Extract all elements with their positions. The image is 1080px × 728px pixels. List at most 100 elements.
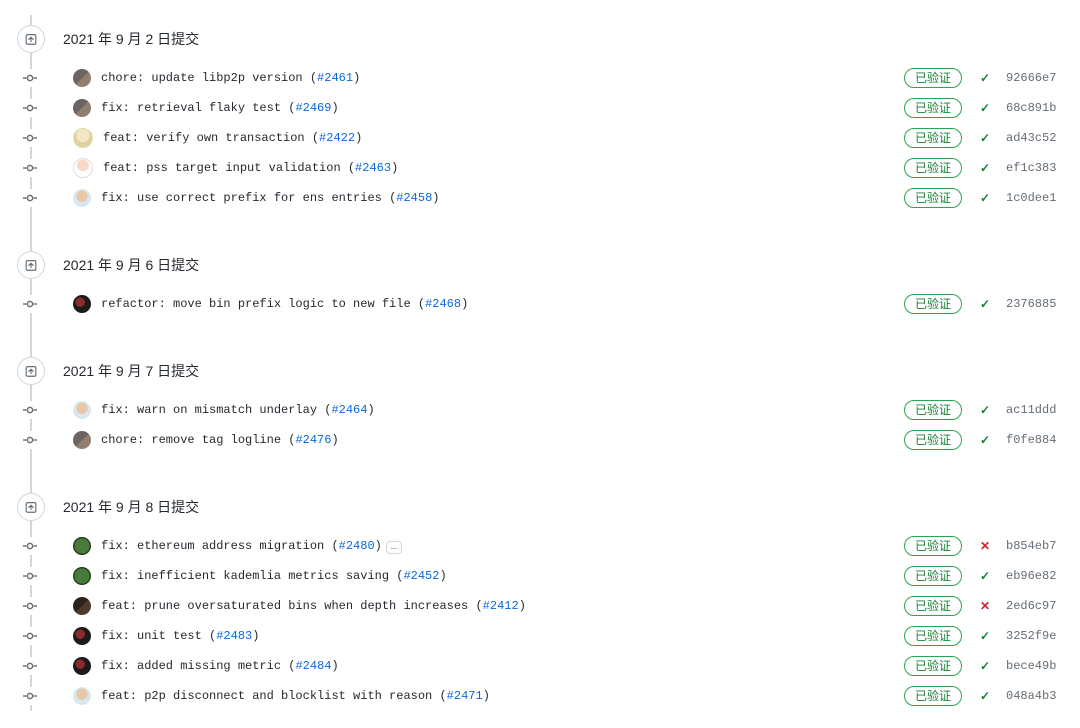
- pr-link[interactable]: #2484: [295, 659, 331, 673]
- commit-sha[interactable]: b854eb7: [1006, 539, 1062, 553]
- check-icon[interactable]: ✓: [980, 297, 990, 311]
- commit-title[interactable]: chore: remove tag logline: [101, 433, 281, 447]
- build-status[interactable]: ✓: [978, 297, 992, 311]
- commit-message[interactable]: fix: added missing metric (#2484): [101, 659, 339, 673]
- commit-sha[interactable]: ad43c52: [1006, 131, 1062, 145]
- verified-badge[interactable]: 已验证: [904, 536, 962, 556]
- commit-message[interactable]: feat: pss target input validation (#2463…: [103, 161, 398, 175]
- pr-link[interactable]: #2471: [447, 689, 483, 703]
- repo-push-icon[interactable]: [17, 493, 45, 521]
- x-icon[interactable]: ✕: [980, 599, 990, 613]
- build-status[interactable]: ✕: [978, 599, 992, 613]
- verified-badge[interactable]: 已验证: [904, 158, 962, 178]
- check-icon[interactable]: ✓: [980, 659, 990, 673]
- commit-title[interactable]: feat: prune oversaturated bins when dept…: [101, 599, 468, 613]
- pr-link[interactable]: #2463: [355, 161, 391, 175]
- commit-sha[interactable]: ac11ddd: [1006, 403, 1062, 417]
- commit-sha[interactable]: 92666e7: [1006, 71, 1062, 85]
- verified-badge[interactable]: 已验证: [904, 596, 962, 616]
- pr-link[interactable]: #2412: [483, 599, 519, 613]
- commit-sha[interactable]: 2376885: [1006, 297, 1062, 311]
- verified-badge[interactable]: 已验证: [904, 400, 962, 420]
- author-avatar[interactable]: [73, 189, 91, 207]
- commit-message[interactable]: fix: ethereum address migration (#2480)…: [101, 539, 402, 554]
- author-avatar[interactable]: [73, 401, 91, 419]
- commit-message[interactable]: feat: p2p disconnect and blocklist with …: [101, 689, 490, 703]
- verified-badge[interactable]: 已验证: [904, 188, 962, 208]
- author-avatar[interactable]: [73, 158, 93, 178]
- verified-badge[interactable]: 已验证: [904, 656, 962, 676]
- commit-sha[interactable]: 3252f9e: [1006, 629, 1062, 643]
- author-avatar[interactable]: [73, 627, 91, 645]
- build-status[interactable]: ✓: [978, 569, 992, 583]
- ellipsis-button[interactable]: …: [386, 541, 402, 554]
- check-icon[interactable]: ✓: [980, 71, 990, 85]
- author-avatar[interactable]: [73, 128, 93, 148]
- pr-link[interactable]: #2452: [403, 569, 439, 583]
- check-icon[interactable]: ✓: [980, 629, 990, 643]
- commit-message[interactable]: refactor: move bin prefix logic to new f…: [101, 297, 468, 311]
- x-icon[interactable]: ✕: [980, 539, 990, 553]
- repo-push-icon[interactable]: [17, 251, 45, 279]
- verified-badge[interactable]: 已验证: [904, 430, 962, 450]
- commit-sha[interactable]: bece49b: [1006, 659, 1062, 673]
- verified-badge[interactable]: 已验证: [904, 98, 962, 118]
- verified-badge[interactable]: 已验证: [904, 566, 962, 586]
- check-icon[interactable]: ✓: [980, 191, 990, 205]
- pr-link[interactable]: #2480: [339, 539, 375, 553]
- commit-title[interactable]: fix: warn on mismatch underlay: [101, 403, 317, 417]
- author-avatar[interactable]: [73, 687, 91, 705]
- author-avatar[interactable]: [73, 597, 91, 615]
- pr-link[interactable]: #2458: [396, 191, 432, 205]
- repo-push-icon[interactable]: [17, 25, 45, 53]
- pr-link[interactable]: #2468: [425, 297, 461, 311]
- commit-sha[interactable]: 1c0dee1: [1006, 191, 1062, 205]
- build-status[interactable]: ✓: [978, 689, 992, 703]
- commit-message[interactable]: feat: verify own transaction (#2422): [103, 131, 362, 145]
- pr-link[interactable]: #2422: [319, 131, 355, 145]
- build-status[interactable]: ✓: [978, 191, 992, 205]
- commit-title[interactable]: feat: pss target input validation: [103, 161, 341, 175]
- verified-badge[interactable]: 已验证: [904, 294, 962, 314]
- verified-badge[interactable]: 已验证: [904, 128, 962, 148]
- pr-link[interactable]: #2469: [295, 101, 331, 115]
- commit-message[interactable]: fix: inefficient kademlia metrics saving…: [101, 569, 447, 583]
- pr-link[interactable]: #2461: [317, 71, 353, 85]
- commit-sha[interactable]: eb96e82: [1006, 569, 1062, 583]
- build-status[interactable]: ✓: [978, 659, 992, 673]
- check-icon[interactable]: ✓: [980, 131, 990, 145]
- build-status[interactable]: ✓: [978, 433, 992, 447]
- commit-sha[interactable]: 048a4b3: [1006, 689, 1062, 703]
- author-avatar[interactable]: [73, 295, 91, 313]
- commit-title[interactable]: chore: update libp2p version: [101, 71, 303, 85]
- build-status[interactable]: ✓: [978, 101, 992, 115]
- verified-badge[interactable]: 已验证: [904, 686, 962, 706]
- commit-title[interactable]: feat: verify own transaction: [103, 131, 305, 145]
- build-status[interactable]: ✓: [978, 161, 992, 175]
- check-icon[interactable]: ✓: [980, 101, 990, 115]
- check-icon[interactable]: ✓: [980, 403, 990, 417]
- commit-message[interactable]: feat: prune oversaturated bins when dept…: [101, 599, 526, 613]
- build-status[interactable]: ✕: [978, 539, 992, 553]
- build-status[interactable]: ✓: [978, 71, 992, 85]
- build-status[interactable]: ✓: [978, 131, 992, 145]
- commit-title[interactable]: fix: added missing metric: [101, 659, 281, 673]
- commit-title[interactable]: fix: unit test: [101, 629, 202, 643]
- pr-link[interactable]: #2476: [295, 433, 331, 447]
- commit-sha[interactable]: 2ed6c97: [1006, 599, 1062, 613]
- commit-message[interactable]: chore: remove tag logline (#2476): [101, 433, 339, 447]
- commit-title[interactable]: fix: retrieval flaky test: [101, 101, 281, 115]
- commit-sha[interactable]: f0fe884: [1006, 433, 1062, 447]
- commit-title[interactable]: fix: inefficient kademlia metrics saving: [101, 569, 389, 583]
- check-icon[interactable]: ✓: [980, 569, 990, 583]
- commit-message[interactable]: fix: use correct prefix for ens entries …: [101, 191, 439, 205]
- commit-title[interactable]: refactor: move bin prefix logic to new f…: [101, 297, 411, 311]
- verified-badge[interactable]: 已验证: [904, 626, 962, 646]
- author-avatar[interactable]: [73, 99, 91, 117]
- author-avatar[interactable]: [73, 537, 91, 555]
- commit-message[interactable]: fix: unit test (#2483): [101, 629, 259, 643]
- pr-link[interactable]: #2483: [216, 629, 252, 643]
- verified-badge[interactable]: 已验证: [904, 68, 962, 88]
- commit-title[interactable]: fix: use correct prefix for ens entries: [101, 191, 382, 205]
- author-avatar[interactable]: [73, 567, 91, 585]
